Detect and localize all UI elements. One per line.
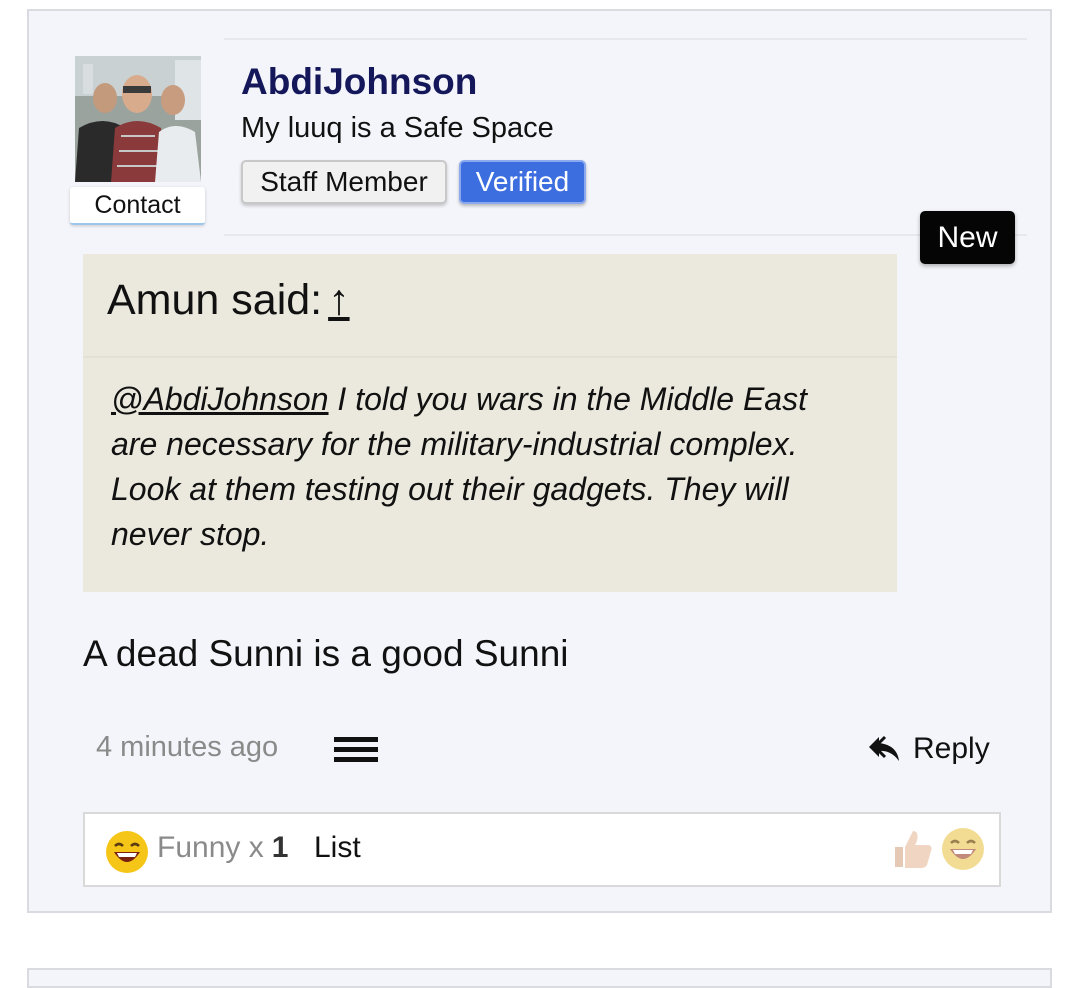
- reply-arrow-icon: [869, 735, 899, 761]
- post-card: Contact AbdiJohnson My luuq is a Safe Sp…: [27, 9, 1052, 913]
- header-divider-top: [224, 38, 1027, 40]
- like-thumbs-up-icon[interactable]: [891, 827, 935, 871]
- reply-button[interactable]: Reply: [867, 729, 990, 769]
- reactions-bar: Funny x1 List: [83, 812, 1001, 887]
- reaction-summary-label: Funny x: [157, 831, 264, 864]
- quote-author: Amun said:: [107, 276, 323, 324]
- quote-divider: [83, 356, 897, 358]
- user-mention-link[interactable]: @AbdiJohnson: [111, 381, 329, 417]
- staff-member-badge: Staff Member: [241, 160, 447, 204]
- funny-emoji-icon: [106, 831, 148, 873]
- quote-text: @AbdiJohnson I told you wars in the Midd…: [111, 377, 851, 557]
- next-post-card: [27, 968, 1052, 988]
- post-message: A dead Sunni is a good Sunni: [83, 633, 569, 674]
- user-title: My luuq is a Safe Space: [241, 112, 554, 144]
- reaction-count: 1: [271, 831, 289, 864]
- username-link[interactable]: AbdiJohnson: [241, 61, 477, 103]
- reaction-summary[interactable]: Funny x1: [157, 831, 288, 865]
- jump-to-quote-icon[interactable]: ↑: [328, 276, 350, 324]
- verified-badge: Verified: [459, 160, 586, 204]
- quote-block: Amun said: ↑ @AbdiJohnson I told you wars…: [83, 254, 897, 592]
- funny-reaction-button-icon[interactable]: [941, 827, 985, 871]
- quote-header: Amun said: ↑: [107, 276, 350, 325]
- hamburger-menu-icon[interactable]: [334, 737, 378, 763]
- reaction-list-link[interactable]: List: [314, 831, 361, 865]
- header-divider-bottom: [224, 234, 1027, 236]
- contact-button[interactable]: Contact: [70, 187, 205, 225]
- new-post-badge: New: [920, 211, 1015, 264]
- post-timestamp[interactable]: 4 minutes ago: [96, 731, 278, 764]
- reply-label: Reply: [913, 732, 990, 765]
- user-avatar[interactable]: [75, 56, 201, 182]
